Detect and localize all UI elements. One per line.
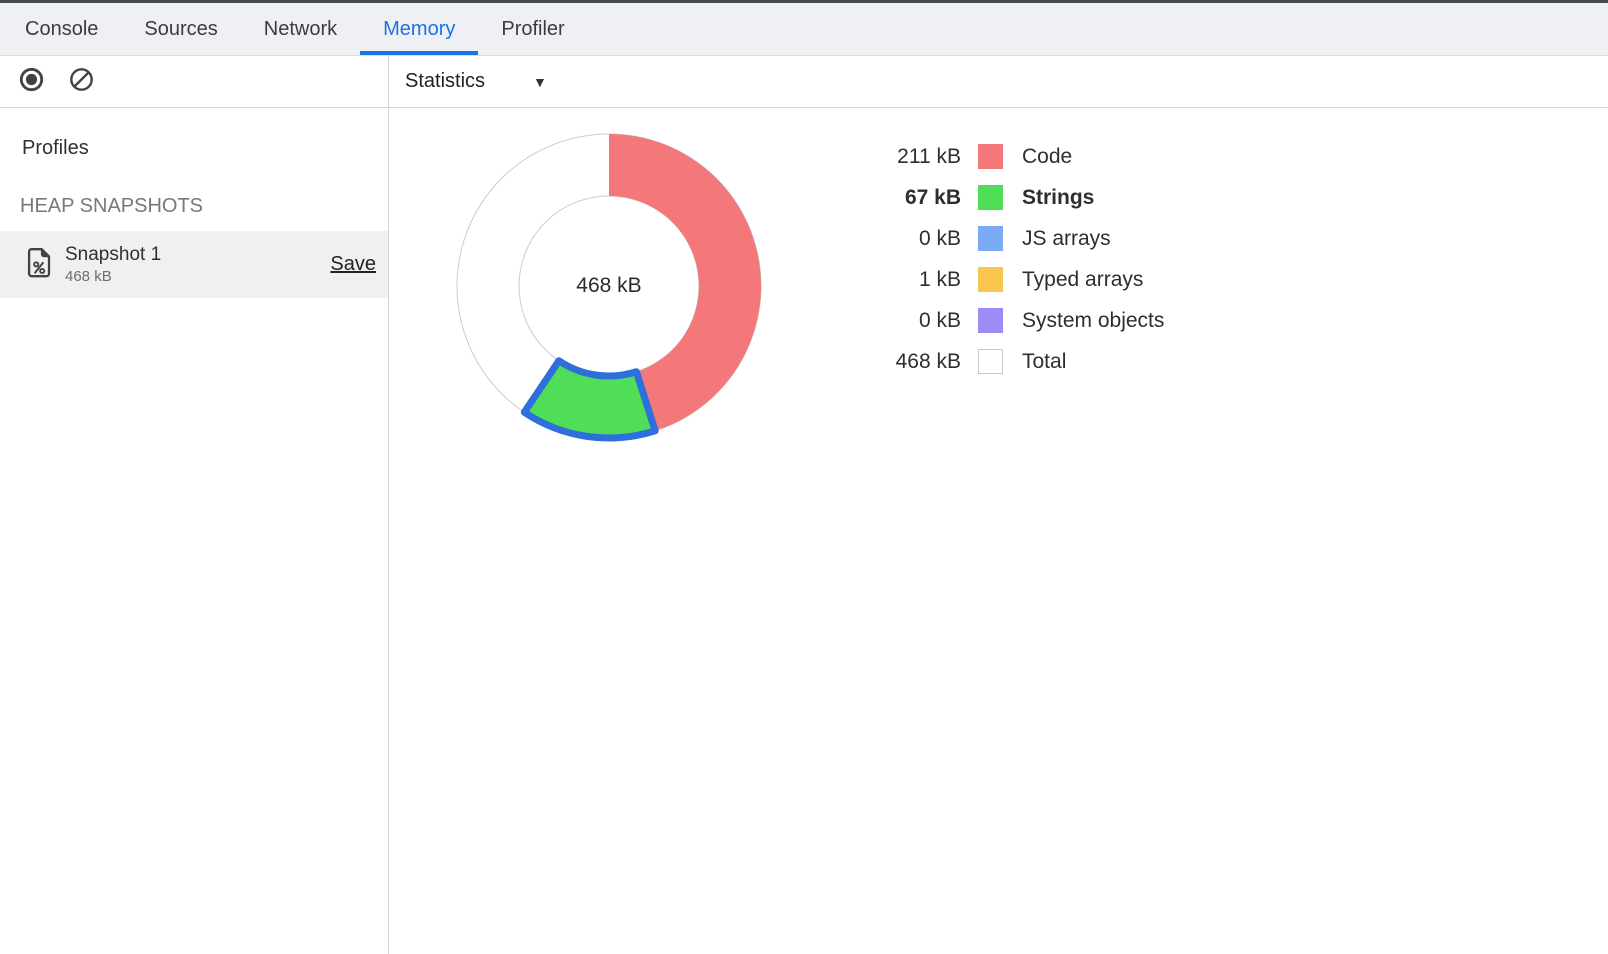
legend-label: Strings (1022, 186, 1094, 210)
legend-row-js-arrays[interactable]: 0 kB JS arrays (841, 218, 1164, 259)
legend-row-code[interactable]: 211 kB Code (841, 136, 1164, 177)
legend-swatch (978, 308, 1003, 333)
legend-swatch (978, 349, 1003, 374)
statistics-panel: 468 kB 211 kB Code 67 kB Strings 0 kB JS arra… (389, 108, 1608, 954)
toolbar-left-section (0, 56, 389, 107)
snapshot-text: Snapshot 1 468 kB (65, 244, 161, 285)
save-snapshot-link[interactable]: Save (330, 253, 376, 276)
legend-label: System objects (1022, 309, 1164, 333)
content-area: Profiles HEAP SNAPSHOTS Snapshot 1 468 k… (0, 108, 1608, 954)
memory-toolbar: Statistics ▼ (0, 56, 1608, 108)
legend-swatch (978, 185, 1003, 210)
profiles-heading: Profiles (22, 137, 388, 160)
heap-snapshot-item[interactable]: Snapshot 1 468 kB Save (0, 231, 388, 298)
tab-console[interactable]: Console (2, 3, 121, 55)
legend-swatch (978, 226, 1003, 251)
clear-icon (68, 66, 95, 98)
record-heap-snapshot-button[interactable] (17, 68, 45, 96)
heap-snapshot-icon (27, 247, 52, 283)
profiles-sidebar: Profiles HEAP SNAPSHOTS Snapshot 1 468 k… (0, 108, 389, 954)
snapshot-size: 468 kB (65, 268, 161, 285)
toolbar-right-section: Statistics ▼ (389, 56, 1608, 107)
legend-swatch (978, 267, 1003, 292)
tab-sources[interactable]: Sources (121, 3, 240, 55)
donut-ring-outline (519, 196, 699, 376)
donut-slice-strings[interactable] (524, 361, 655, 438)
heap-statistics-donut-chart (444, 121, 774, 451)
legend-value: 0 kB (841, 309, 961, 333)
legend-value: 211 kB (841, 145, 961, 169)
legend-label: JS arrays (1022, 227, 1111, 251)
record-icon (18, 66, 45, 98)
view-selector[interactable]: Statistics ▼ (405, 70, 547, 93)
heap-snapshots-section-heading: HEAP SNAPSHOTS (20, 195, 388, 218)
tab-network[interactable]: Network (241, 3, 360, 55)
devtools-tab-bar: ConsoleSourcesNetworkMemoryProfiler (0, 0, 1608, 56)
legend-row-system-objects[interactable]: 0 kB System objects (841, 300, 1164, 341)
tab-memory[interactable]: Memory (360, 3, 478, 55)
legend-value: 0 kB (841, 227, 961, 251)
legend-label: Code (1022, 145, 1072, 169)
legend-value: 67 kB (841, 186, 961, 210)
snapshot-title: Snapshot 1 (65, 244, 161, 266)
chart-legend: 211 kB Code 67 kB Strings 0 kB JS arrays 1 kB T… (841, 136, 1164, 382)
tab-profiler[interactable]: Profiler (478, 3, 587, 55)
legend-value: 468 kB (841, 350, 961, 374)
legend-row-typed-arrays[interactable]: 1 kB Typed arrays (841, 259, 1164, 300)
legend-row-strings[interactable]: 67 kB Strings (841, 177, 1164, 218)
legend-label: Typed arrays (1022, 268, 1143, 292)
view-selector-value: Statistics (405, 70, 485, 93)
legend-label: Total (1022, 350, 1066, 374)
legend-row-total: 468 kB Total (841, 341, 1164, 382)
legend-value: 1 kB (841, 268, 961, 292)
legend-swatch (978, 144, 1003, 169)
chevron-down-icon: ▼ (533, 74, 547, 90)
clear-profiles-button[interactable] (67, 68, 95, 96)
